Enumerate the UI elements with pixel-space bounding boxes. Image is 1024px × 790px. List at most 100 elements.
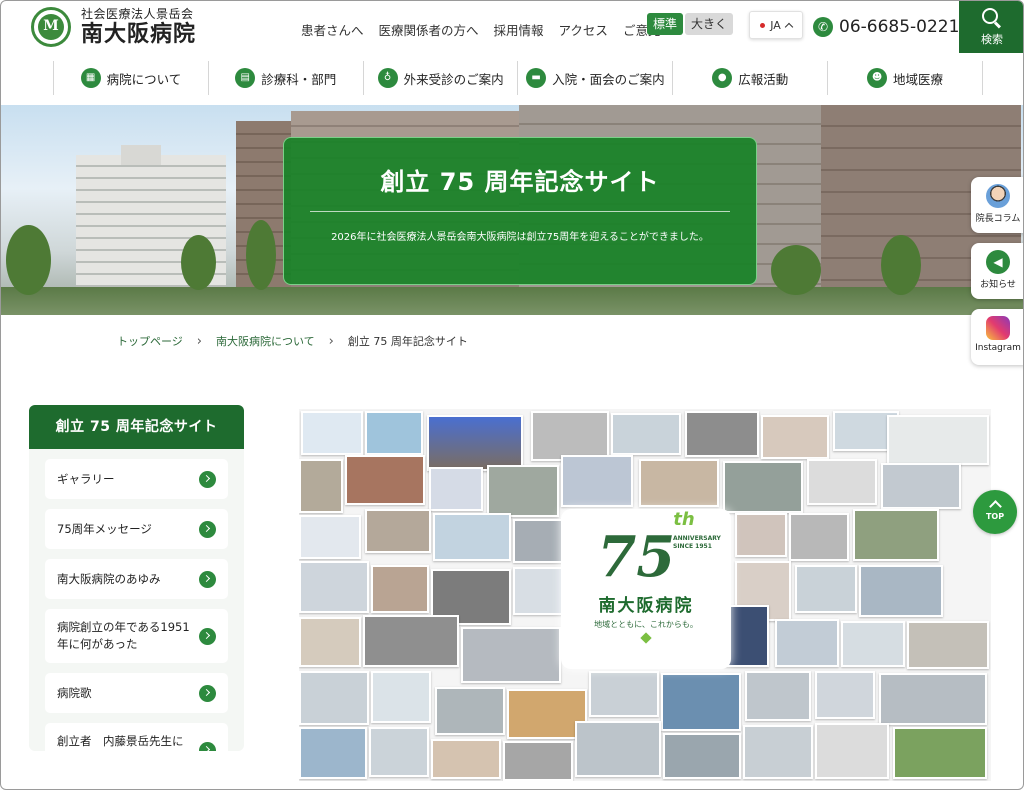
- bed-icon: ▬: [526, 68, 547, 88]
- anniversary-photo-collage: 75th ANNIVERSARY SINCE 1951 南大阪病院 地域とともに…: [299, 409, 991, 781]
- site-header: M 社会医療法人景岳会 南大阪病院 患者さんへ 医療関係者の方へ 採用情報 アク…: [1, 1, 1023, 53]
- collage-photo: [433, 513, 511, 561]
- collage-photo: [371, 565, 429, 613]
- anniversary-suffix: th: [673, 509, 695, 530]
- news-button[interactable]: ◀ お知らせ: [971, 243, 1023, 299]
- topnav-access[interactable]: アクセス: [559, 20, 608, 39]
- arrow-right-icon: [199, 684, 216, 702]
- topnav-recruit[interactable]: 採用情報: [494, 20, 544, 39]
- logo-subtitle: 社会医療法人景岳会: [81, 7, 194, 21]
- collage-photo: [503, 741, 573, 781]
- collage-photo: [461, 627, 561, 683]
- main-navigation: ▦ 病院について ▤ 診療科・部門 ♁ 外来受診のご案内 ▬ 入院・面会のご案内…: [53, 61, 983, 95]
- topnav-patients[interactable]: 患者さんへ: [301, 20, 364, 39]
- community-icon: ☻: [867, 68, 888, 88]
- logo-tagline: 地域とともに、これからも。: [594, 620, 698, 629]
- hero-divider: [310, 211, 730, 212]
- search-button[interactable]: 検索: [959, 1, 1023, 53]
- collage-photo: [735, 513, 787, 557]
- hero-title-card: 創立 75 周年記念サイト 2026年に社会医療法人景岳会南大阪病院は創立75周…: [283, 137, 757, 285]
- collage-photo: [345, 455, 425, 505]
- font-size-standard-button[interactable]: 標準: [647, 13, 684, 35]
- nav-about-hospital[interactable]: ▦ 病院について: [53, 61, 209, 95]
- collage-photo: [299, 727, 367, 779]
- top-navigation: 患者さんへ 医療関係者の方へ 採用情報 アクセス ご意見: [301, 20, 660, 39]
- collage-photo: [299, 459, 343, 513]
- collage-photo: [611, 413, 681, 455]
- phone-number[interactable]: ✆ 06-6685-0221: [813, 17, 959, 37]
- collage-photo: [639, 459, 719, 507]
- sidebar-item-1951[interactable]: 病院創立の年である1951年に何があった: [45, 609, 228, 663]
- sidebar-item-hospital-song[interactable]: 病院歌: [45, 673, 228, 713]
- collage-photo: [881, 463, 961, 509]
- collage-photo: [841, 621, 905, 667]
- collage-photo: [761, 415, 829, 459]
- hospital-emblem-icon: M: [31, 7, 71, 47]
- arrow-right-icon: [199, 470, 216, 488]
- sidebar-item-gallery[interactable]: ギャラリー: [45, 459, 228, 499]
- collage-photo: [431, 739, 501, 779]
- topnav-medical-staff[interactable]: 医療関係者の方へ: [379, 20, 479, 39]
- arrow-right-icon: [199, 741, 216, 751]
- breadcrumb-about[interactable]: 南大阪病院について: [216, 333, 315, 349]
- instagram-icon: [986, 316, 1010, 340]
- heart-icon: [640, 632, 652, 644]
- hospital-icon: ▦: [80, 68, 101, 88]
- font-size-large-button[interactable]: 大きく: [685, 13, 734, 35]
- collage-photo: [859, 565, 943, 617]
- stethoscope-icon: ♁: [377, 68, 398, 88]
- nav-community-medicine[interactable]: ☻ 地域医療: [828, 61, 983, 95]
- breadcrumb-current: 創立 75 周年記念サイト: [347, 335, 468, 348]
- collage-photo: [589, 671, 659, 717]
- chevron-right-icon: ›: [328, 333, 334, 349]
- arrow-right-icon: [199, 627, 216, 645]
- collage-photo: [299, 671, 369, 725]
- logo-hospital-name: 南大阪病院: [598, 596, 694, 616]
- arrow-right-icon: [199, 520, 216, 538]
- collage-photo: [429, 467, 483, 511]
- back-to-top-button[interactable]: TOP: [973, 490, 1017, 534]
- clipboard-icon: ▤: [235, 68, 256, 88]
- nav-outpatient[interactable]: ♁ 外来受診のご案内: [364, 61, 519, 95]
- chevron-up-icon: [784, 22, 794, 31]
- collage-photo: [365, 411, 423, 455]
- collage-photo: [299, 515, 361, 559]
- collage-photo: [879, 673, 987, 725]
- anniversary-since: ANNIVERSARY SINCE 1951: [673, 535, 721, 550]
- collage-photo: [789, 513, 849, 561]
- nav-public-relations[interactable]: ● 広報活動: [673, 61, 829, 95]
- hospital-logo[interactable]: M 社会医療法人景岳会 南大阪病院: [31, 7, 196, 47]
- sidebar-item-founder[interactable]: 創立者 内藤景岳先生について: [45, 723, 228, 751]
- chevron-right-icon: ›: [196, 333, 202, 349]
- page-frame: M 社会医療法人景岳会 南大阪病院 患者さんへ 医療関係者の方へ 採用情報 アク…: [0, 0, 1024, 790]
- instagram-button[interactable]: Instagram: [971, 309, 1023, 365]
- collage-photo: [487, 465, 559, 517]
- collage-photo: [893, 727, 987, 779]
- collage-photo: [743, 725, 813, 779]
- sidebar-item-history[interactable]: 南大阪病院のあゆみ: [45, 559, 228, 599]
- nav-inpatient[interactable]: ▬ 入院・面会のご案内: [518, 61, 674, 95]
- collage-photo: [299, 561, 369, 613]
- chat-icon: ●: [712, 68, 733, 88]
- director-column-button[interactable]: 院長コラム: [971, 177, 1023, 233]
- search-icon: [982, 8, 1002, 28]
- chevron-up-icon: [988, 500, 1002, 513]
- collage-photo: [745, 671, 811, 721]
- breadcrumb-home[interactable]: トップページ: [117, 333, 183, 349]
- sidebar-menu: 創立 75 周年記念サイト ギャラリー 75周年メッセージ 南大阪病院のあゆみ …: [29, 405, 244, 751]
- sidebar-item-75th-message[interactable]: 75周年メッセージ: [45, 509, 228, 549]
- nav-departments[interactable]: ▤ 診療科・部門: [209, 61, 364, 95]
- collage-photo: [513, 567, 563, 615]
- sidebar-title: 創立 75 周年記念サイト: [29, 405, 244, 449]
- hero-banner: 創立 75 周年記念サイト 2026年に社会医療法人景岳会南大阪病院は創立75周…: [1, 105, 1023, 315]
- collage-photo: [795, 565, 857, 613]
- collage-photo: [561, 455, 633, 507]
- collage-photo: [723, 461, 803, 513]
- collage-photo: [371, 671, 431, 723]
- phone-icon: ✆: [813, 17, 833, 37]
- collage-photo: [661, 673, 741, 731]
- collage-photo: [435, 687, 505, 735]
- language-selector[interactable]: JA: [749, 11, 803, 39]
- search-label: 検索: [981, 33, 1003, 46]
- collage-photo: [853, 509, 939, 561]
